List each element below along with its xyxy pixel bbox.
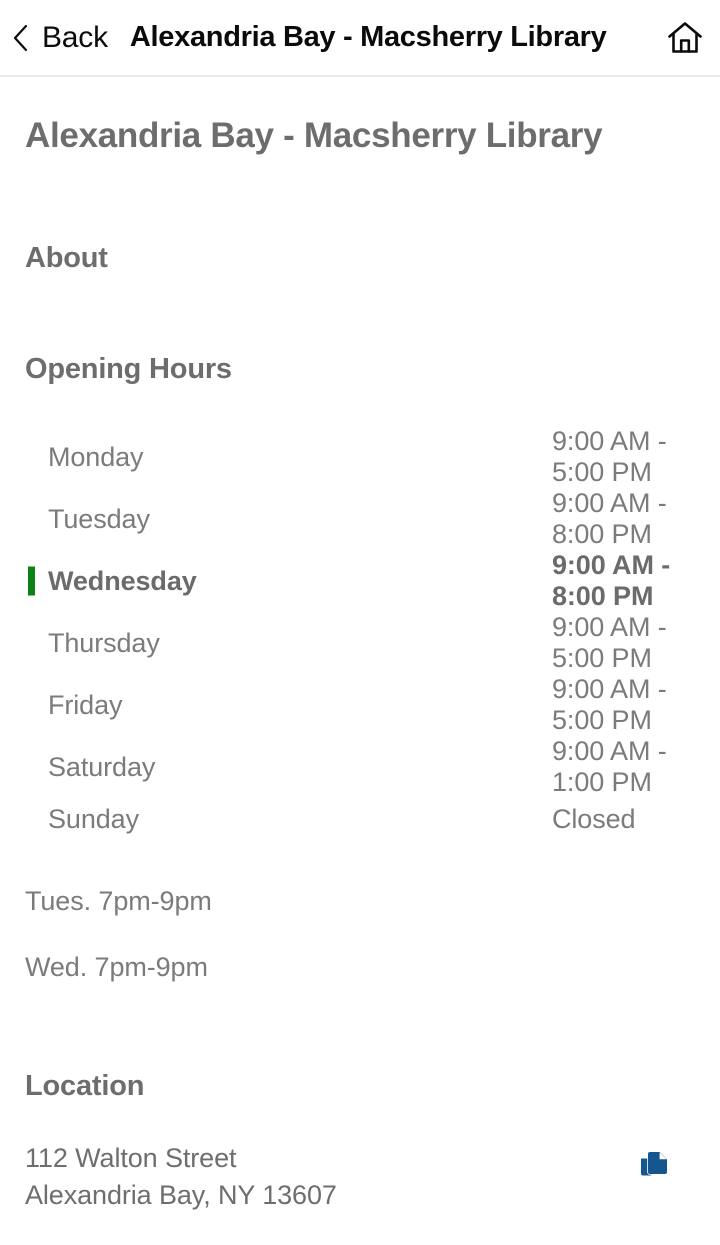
page-title: Alexandria Bay - Macsherry Library <box>25 116 603 155</box>
opening-hours-day: Thursday <box>25 612 277 674</box>
opening-hours-day: Friday <box>25 674 277 736</box>
navigation-title: Alexandria Bay - Macsherry Library <box>129 21 607 53</box>
about-section-heading: About <box>25 242 108 274</box>
opening-hours-day: Wednesday <box>25 550 277 612</box>
today-marker <box>28 566 35 596</box>
address-text: 112 Walton Street Alexandria Bay, NY 136… <box>25 1140 337 1214</box>
page-content: Alexandria Bay - Macsherry Library About… <box>0 105 720 1214</box>
opening-hours-day-label: Wednesday <box>48 565 197 596</box>
opening-hours-time: 9:00 AM - 8:00 PM <box>552 550 671 611</box>
opening-hours-day-label: Tuesday <box>48 503 150 534</box>
library-detail-screen: Back Alexandria Bay - Macsherry Library … <box>0 0 720 1245</box>
opening-hours-time: 9:00 AM - 1:00 PM <box>552 736 667 797</box>
copy-address-button[interactable] <box>637 1148 671 1182</box>
opening-hours-day-label: Thursday <box>48 627 160 658</box>
opening-hours-row: Tuesday 9:00 AM - 8:00 PM <box>25 488 695 550</box>
back-button-label: Back <box>42 20 108 54</box>
opening-hours-row: Friday 9:00 AM - 5:00 PM <box>25 674 695 736</box>
opening-hours-day-label: Monday <box>48 441 144 472</box>
opening-hours-time: 9:00 AM - 5:00 PM <box>552 612 667 673</box>
opening-hours-time: 9:00 AM - 5:00 PM <box>552 426 667 487</box>
home-button[interactable] <box>650 9 720 67</box>
opening-hours-table: Monday 9:00 AM - 5:00 PM Tuesday 9:00 AM - … <box>25 426 695 841</box>
opening-hours-time: 9:00 AM - 5:00 PM <box>552 674 667 735</box>
opening-hours-day: Monday <box>25 426 277 488</box>
opening-hours-day: Saturday <box>25 736 277 798</box>
home-icon <box>665 18 705 58</box>
location-section-heading: Location <box>25 1070 145 1102</box>
copy-icon <box>637 1148 671 1182</box>
opening-hours-note: Tues. 7pm-9pm <box>25 886 212 916</box>
address-line-2: Alexandria Bay, NY 13607 <box>25 1180 337 1210</box>
opening-hours-row: Sunday Closed <box>25 798 695 841</box>
opening-hours-day-label: Sunday <box>48 804 139 834</box>
opening-hours-day: Sunday <box>25 798 277 841</box>
opening-hours-time: Closed <box>552 804 636 834</box>
opening-hours-time: 9:00 AM - 8:00 PM <box>552 488 667 549</box>
address-line-1: 112 Walton Street <box>25 1143 237 1173</box>
opening-hours-day: Tuesday <box>25 488 277 550</box>
opening-hours-row: Monday 9:00 AM - 5:00 PM <box>25 426 695 488</box>
opening-hours-section-heading: Opening Hours <box>25 353 232 385</box>
opening-hours-note: Wed. 7pm-9pm <box>25 952 208 982</box>
opening-hours-body: Monday 9:00 AM - 5:00 PM Tuesday 9:00 AM - … <box>25 426 695 841</box>
navigation-bar: Back Alexandria Bay - Macsherry Library <box>0 0 720 77</box>
address-block: 112 Walton Street Alexandria Bay, NY 136… <box>25 1140 695 1214</box>
opening-hours-row: Wednesday 9:00 AM - 8:00 PM <box>25 550 695 612</box>
opening-hours-day-label: Friday <box>48 689 123 720</box>
opening-hours-row: Saturday 9:00 AM - 1:00 PM <box>25 736 695 798</box>
opening-hours-row: Thursday 9:00 AM - 5:00 PM <box>25 612 695 674</box>
back-button[interactable]: Back <box>0 21 108 55</box>
opening-hours-day-label: Saturday <box>48 751 156 782</box>
chevron-left-icon <box>10 23 32 53</box>
